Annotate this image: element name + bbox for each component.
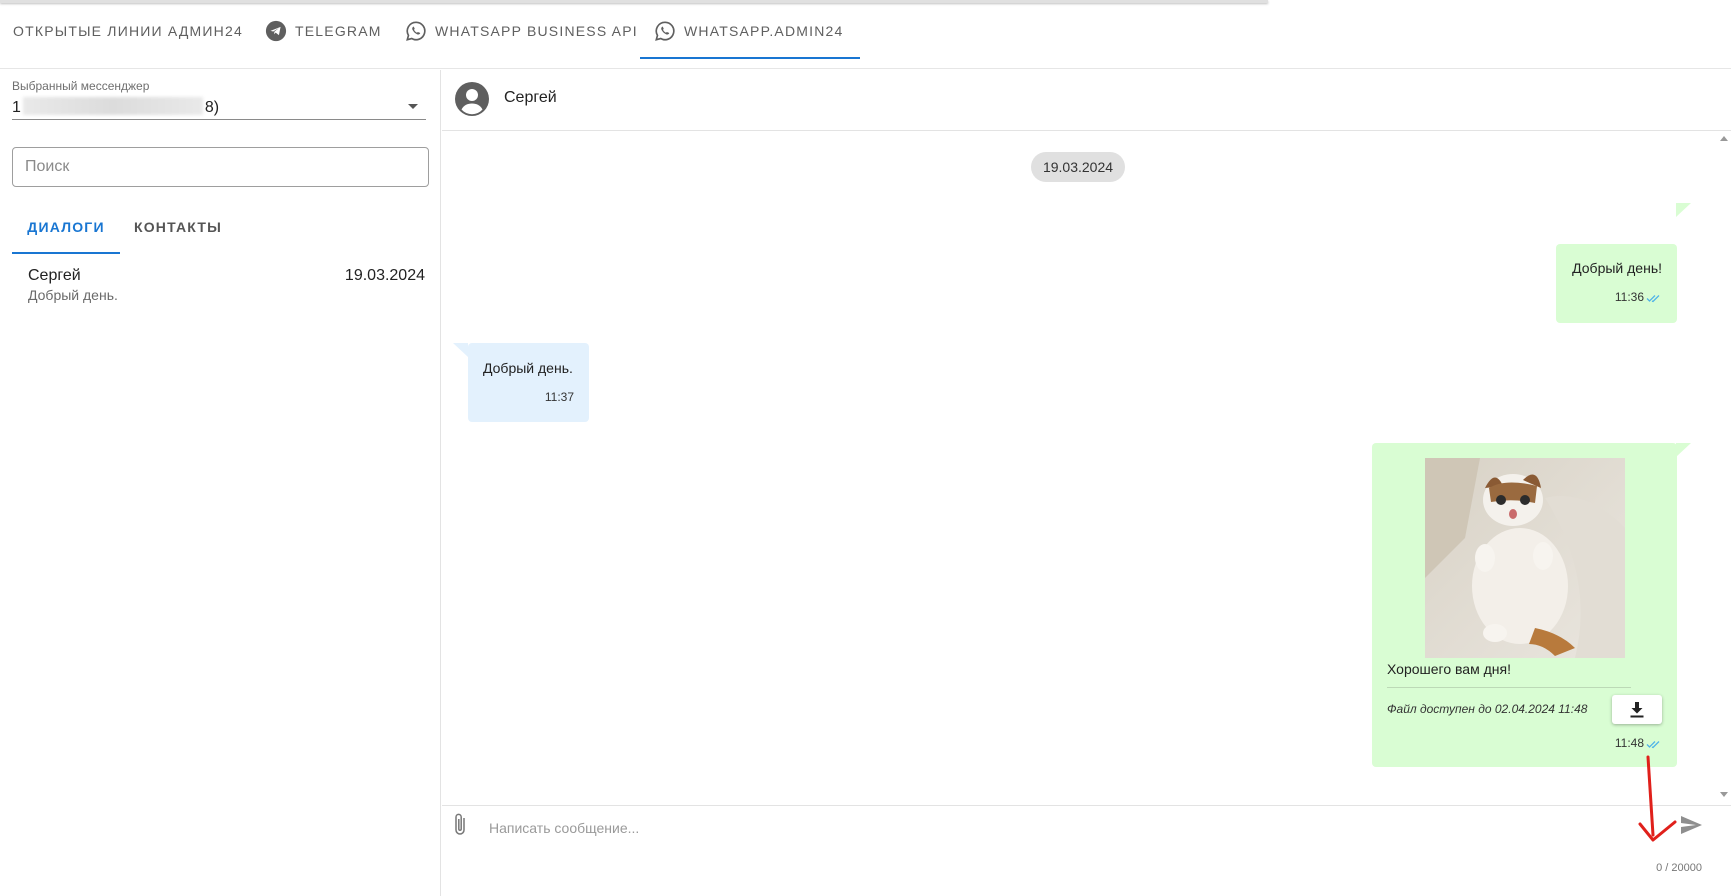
subtab-label: КОНТАКТЫ [133,219,223,235]
double-check-icon [1646,741,1660,749]
send-icon[interactable] [1679,813,1703,837]
messenger-select[interactable]: 1 8) [12,97,219,117]
message-bubble-outgoing[interactable]: Добрый день! 11:36 [1556,244,1677,323]
tab-whatsapp-business-api[interactable]: WHATSAPP BUSINESS API [405,3,638,58]
bubble-tail [1676,203,1691,217]
messenger-select-label: Выбранный мессенджер [12,79,150,93]
dialog-list-item[interactable]: Сергей 19.03.2024 Добрый день. [12,263,429,315]
select-underline [12,119,426,120]
message-time: 11:48 [1614,736,1644,750]
avatar[interactable] [455,82,489,116]
dialog-name: Сергей [28,267,81,284]
tab-open-lines[interactable]: ОТКРЫТЫЕ ЛИНИИ АДМИН24 [13,3,243,58]
select-value-start: 1 [12,99,21,116]
search-box [12,147,429,187]
tab-label: TELEGRAM [295,22,382,39]
download-icon [1630,701,1644,717]
character-counter: 0 / 20000 [1656,862,1702,874]
chat-title: Сергей [504,89,557,106]
tab-whatsapp-admin24[interactable]: WHATSAPP.ADMIN24 [640,3,859,59]
scroll-down-arrow[interactable] [1720,792,1728,797]
bubble-tail [453,343,468,357]
double-check-icon [1646,295,1660,303]
whatsapp-icon [655,20,675,41]
message-text: Добрый день! [1572,260,1662,276]
message-text: Добрый день. [483,360,573,376]
tab-dialogs[interactable]: ДИАЛОГИ [12,208,120,254]
message-composer: 0 / 20000 [442,805,1731,896]
message-input[interactable] [489,816,1639,840]
chat-header: Сергей [442,70,1731,131]
message-time: 11:36 [1614,290,1644,304]
divider [1387,687,1631,688]
tab-label: WHATSAPP BUSINESS API [435,22,638,39]
file-availability-note: Файл доступен до 02.04.2024 11:48 [1387,702,1588,716]
telegram-icon [265,20,287,41]
message-time: 11:37 [544,390,574,404]
scroll-up-arrow[interactable] [1720,136,1728,141]
download-button[interactable] [1612,695,1662,724]
message-caption: Хорошего вам дня! [1387,661,1511,677]
attached-image-cat[interactable] [1425,458,1625,658]
search-input[interactable] [13,148,428,186]
tab-label: WHATSAPP.ADMIN24 [684,22,844,39]
bubble-tail [1676,443,1691,457]
redacted-phone-number [22,97,203,115]
dialog-preview: Добрый день. [28,287,118,303]
tab-contacts[interactable]: КОНТАКТЫ [126,208,230,246]
sidebar: Выбранный мессенджер 1 8) ДИАЛОГИ КОНТАКТ… [0,70,441,896]
tab-telegram[interactable]: TELEGRAM [265,3,382,58]
whatsapp-icon [406,20,426,41]
select-value-end: 8) [204,99,220,116]
subtab-label: ДИАЛОГИ [27,219,105,235]
message-bubble-incoming[interactable]: Добрый день. 11:37 [468,343,589,422]
chevron-down-icon[interactable] [408,104,418,109]
date-chip: 19.03.2024 [1031,152,1125,182]
messenger-tabs: ОТКРЫТЫЕ ЛИНИИ АДМИН24 TELEGRAM WHATSAPP… [0,3,1731,69]
dialog-date: 19.03.2024 [344,267,425,284]
tab-label: ОТКРЫТЫЕ ЛИНИИ АДМИН24 [13,22,243,39]
paperclip-icon[interactable] [453,812,469,838]
